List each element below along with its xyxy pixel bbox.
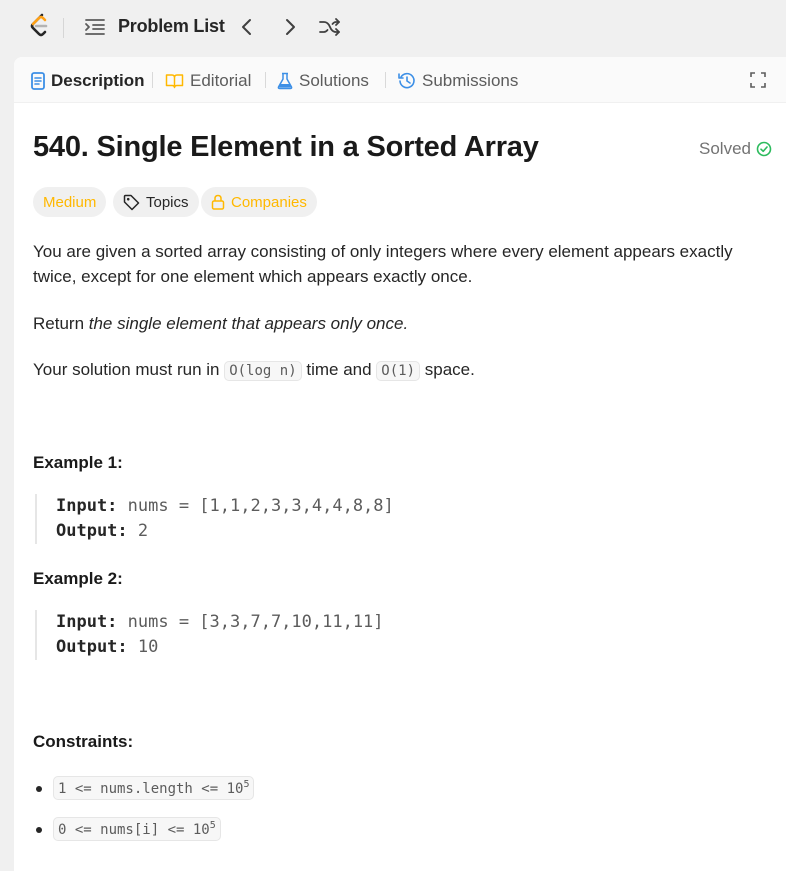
book-icon — [165, 74, 184, 89]
example-1-heading: Example 1: — [33, 453, 123, 472]
time-complexity-code: O(log n) — [224, 361, 302, 381]
tab-separator — [152, 72, 153, 88]
input-label: Input: — [56, 496, 118, 516]
return-emphasis: the single element that appears only onc… — [88, 314, 409, 333]
example-1-block: Input: nums = [1,1,2,3,3,4,4,8,8] Output… — [35, 494, 465, 544]
complexity-prefix: Your solution must run in — [33, 360, 225, 379]
flask-icon — [277, 72, 293, 90]
history-icon — [398, 72, 415, 89]
complexity-mid: time and — [301, 360, 377, 379]
tab-editorial-label: Editorial — [190, 71, 252, 90]
chevron-left-icon[interactable] — [237, 15, 257, 39]
divider — [63, 18, 64, 38]
chevron-right-icon[interactable] — [280, 15, 300, 39]
tab-description-label: Description — [51, 71, 145, 90]
input-label: Input: — [56, 612, 118, 632]
tab-submissions[interactable]: Submissions — [398, 69, 518, 93]
check-circle-icon — [756, 141, 772, 157]
tab-submissions-label: Submissions — [422, 71, 519, 90]
description-panel: Description Editorial Solutions Submissi… — [14, 57, 786, 871]
topics-label: Topics — [146, 193, 189, 211]
difficulty-label: Medium — [43, 193, 97, 211]
expand-icon[interactable] — [750, 72, 766, 88]
constraint-text: 0 <= nums[i] <= 10 — [58, 822, 210, 838]
shuffle-icon[interactable] — [318, 16, 342, 38]
space-complexity-code: O(1) — [376, 361, 421, 381]
example-input-line: Input: nums = [1,1,2,3,3,4,4,8,8] — [56, 494, 465, 519]
companies-label: Companies — [231, 193, 307, 211]
tab-description[interactable]: Description — [31, 69, 145, 93]
example-2-block: Input: nums = [3,3,7,7,10,11,11] Output:… — [35, 610, 465, 660]
tab-solutions-label: Solutions — [299, 71, 369, 90]
output-value: 2 — [127, 521, 149, 541]
constraint-text: 1 <= nums.length <= 10 — [58, 781, 244, 797]
description-paragraph: You are given a sorted array consisting … — [33, 239, 763, 289]
output-label: Output: — [56, 637, 128, 657]
problem-title[interactable]: 540. Single Element in a Sorted Array — [33, 131, 539, 164]
bullet — [36, 827, 42, 833]
description-line: You are given a sorted array consisting … — [33, 242, 733, 261]
panel-tab-bar: Description Editorial Solutions Submissi… — [14, 57, 786, 103]
constraint-item: 0 <= nums[i] <= 105 — [53, 817, 221, 841]
difficulty-badge: Medium — [33, 187, 107, 217]
example-output-line: Output: 2 — [56, 519, 465, 544]
tab-separator — [265, 72, 266, 88]
tab-solutions[interactable]: Solutions — [277, 69, 369, 93]
complexity-paragraph: Your solution must run in O(log n) time … — [33, 357, 763, 384]
companies-button[interactable]: Companies — [201, 187, 317, 217]
tab-editorial[interactable]: Editorial — [165, 69, 251, 93]
constraints-heading: Constraints: — [33, 732, 134, 751]
lock-icon — [211, 194, 225, 210]
input-value: nums = [1,1,2,3,3,4,4,8,8] — [117, 496, 394, 516]
example-input-line: Input: nums = [3,3,7,7,10,11,11] — [56, 610, 465, 635]
output-value: 10 — [127, 637, 159, 657]
top-nav-bar: Problem List — [0, 0, 786, 56]
solved-status: Solved — [699, 139, 772, 159]
description-line: twice, except for one element which appe… — [33, 267, 473, 286]
constraint-exponent: 5 — [209, 820, 216, 831]
tag-icon — [123, 194, 140, 210]
input-value: nums = [3,3,7,7,10,11,11] — [117, 612, 384, 632]
bullet — [36, 786, 42, 792]
problem-list-link[interactable]: Problem List — [118, 16, 225, 37]
return-paragraph: Return the single element that appears o… — [33, 311, 763, 336]
solved-label: Solved — [699, 139, 751, 158]
example-2-heading: Example 2: — [33, 569, 123, 588]
constraint-exponent: 5 — [243, 779, 250, 790]
tab-separator — [385, 72, 386, 88]
return-prefix: Return — [33, 314, 89, 333]
constraint-item: 1 <= nums.length <= 105 — [53, 776, 255, 800]
example-output-line: Output: 10 — [56, 635, 465, 660]
description-icon — [31, 72, 45, 90]
complexity-suffix: space. — [420, 360, 475, 379]
leetcode-logo[interactable] — [28, 13, 52, 39]
output-label: Output: — [56, 521, 128, 541]
list-icon[interactable] — [84, 17, 106, 37]
topics-button[interactable]: Topics — [113, 187, 199, 217]
